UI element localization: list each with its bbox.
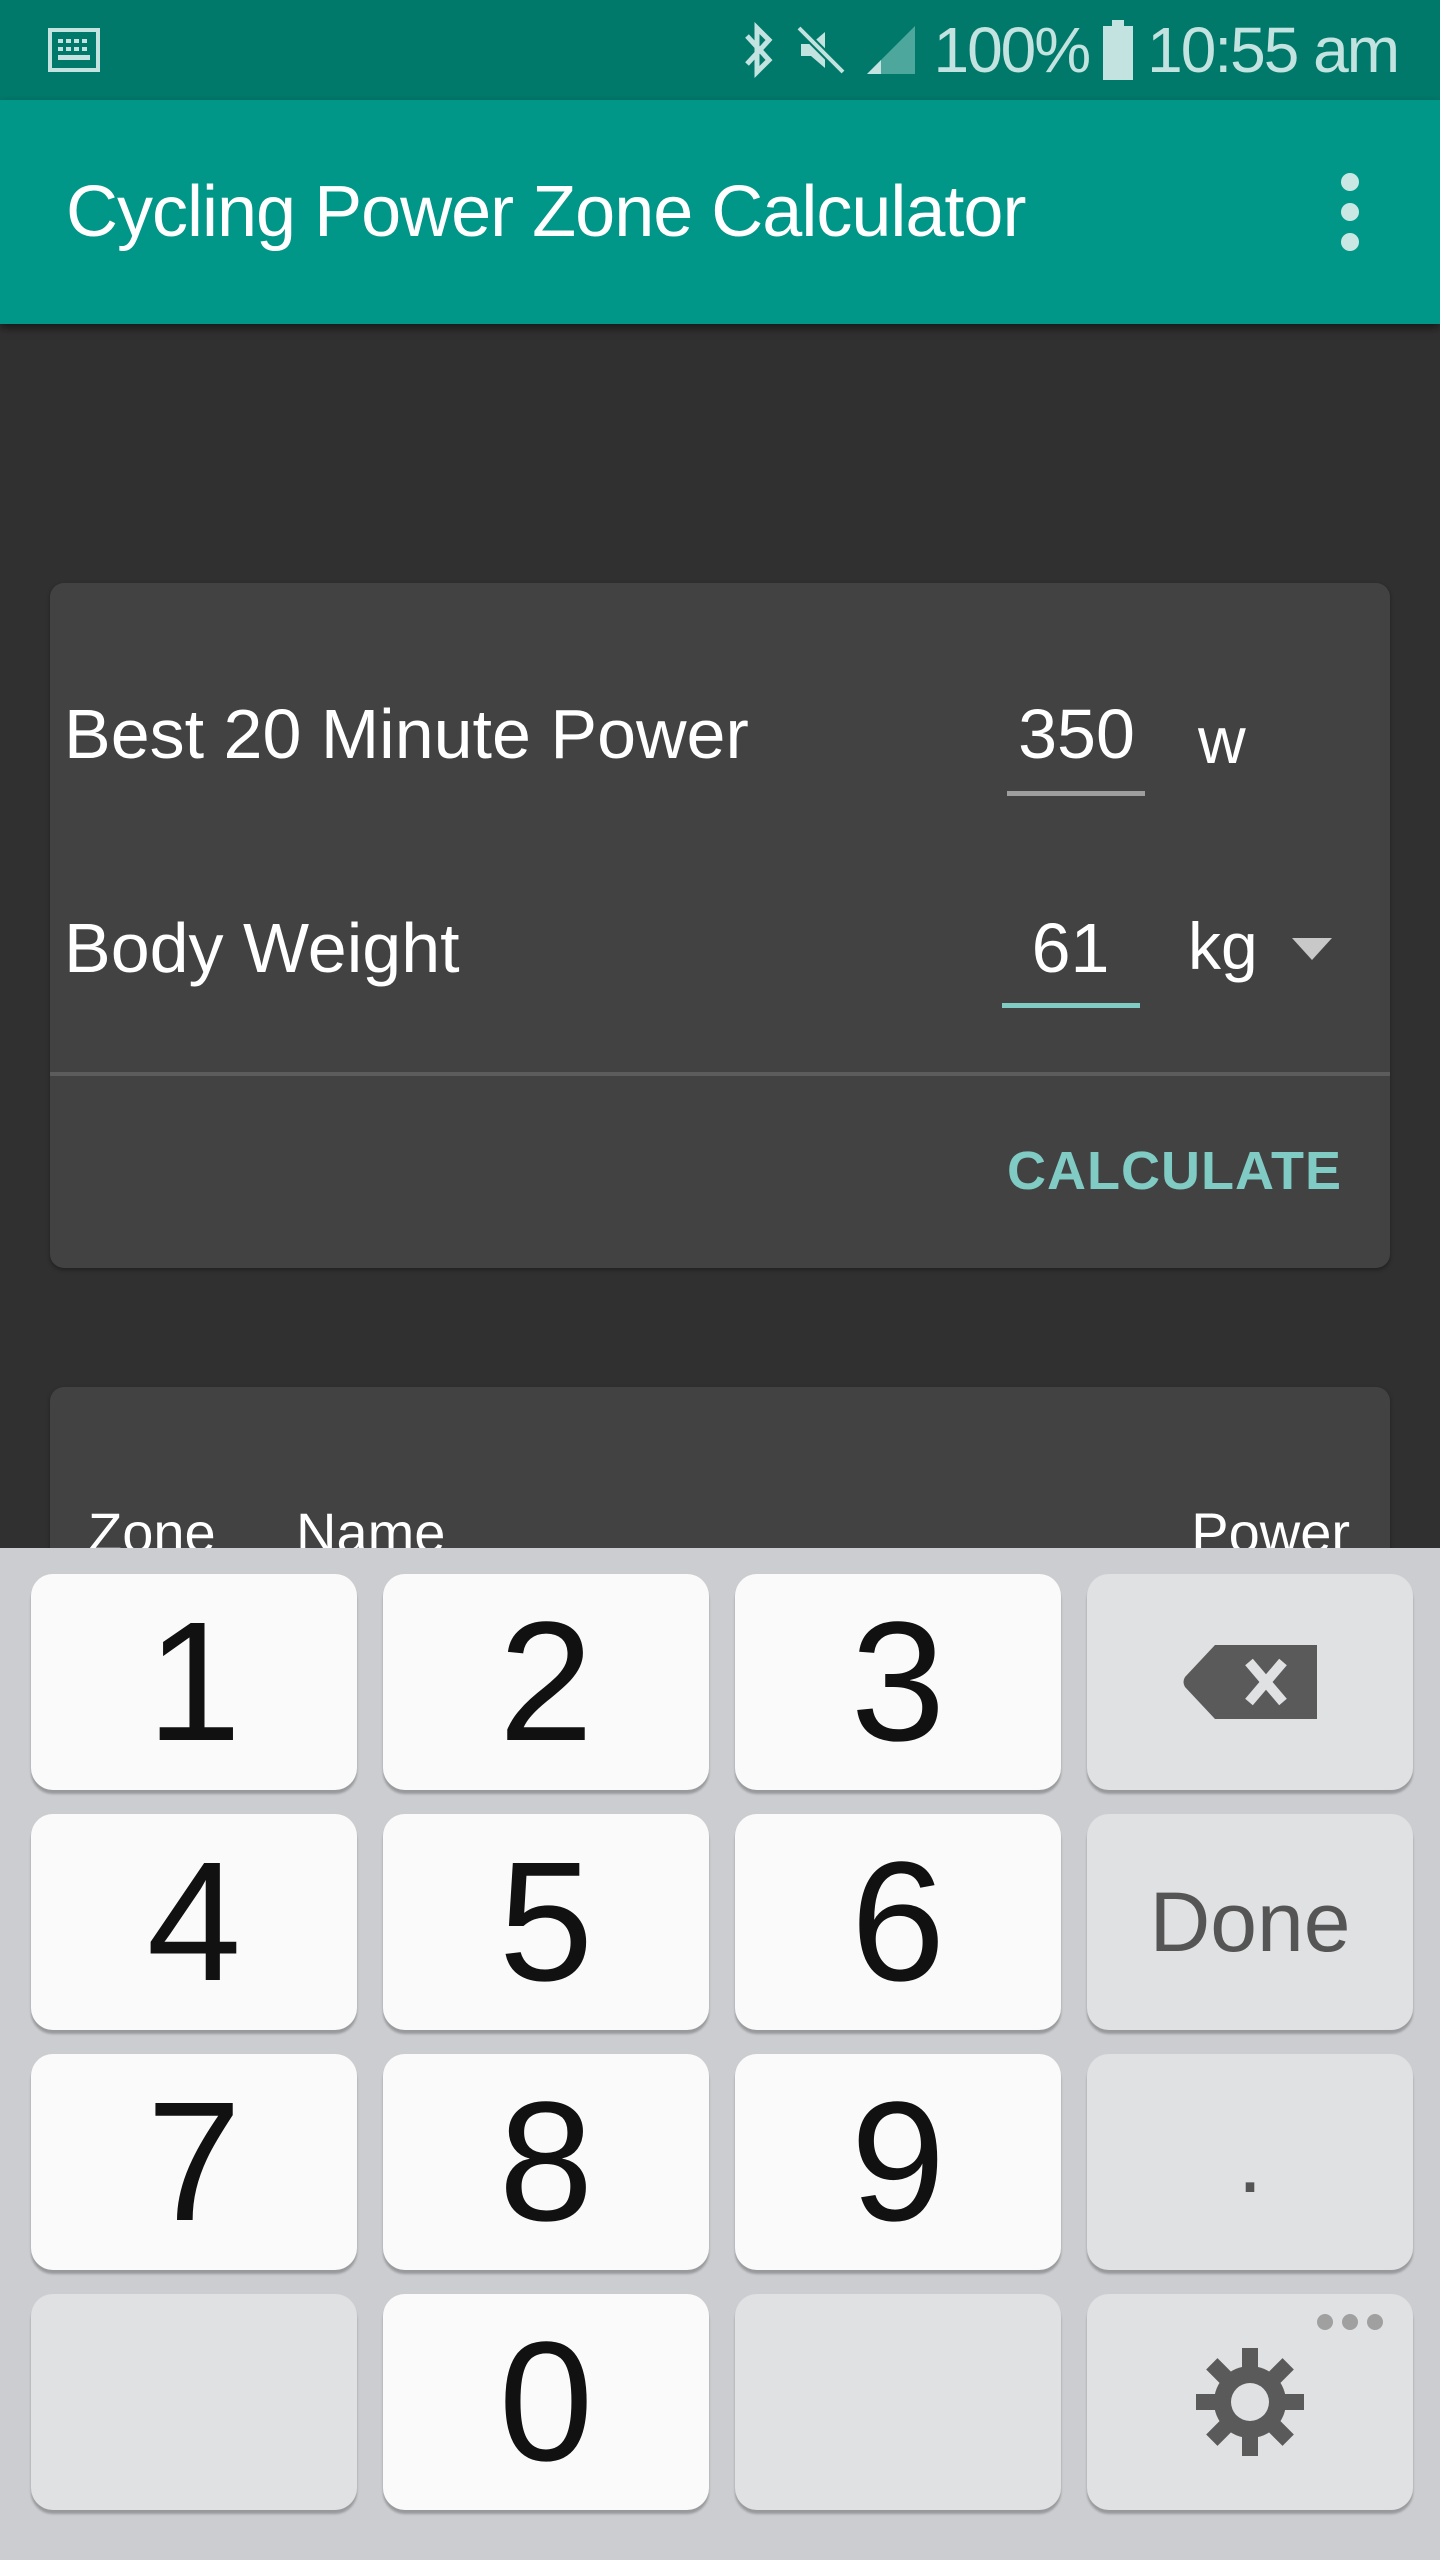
more-vert-icon-dot — [1341, 203, 1359, 221]
key-2[interactable]: 2 — [383, 1574, 709, 1790]
power-label: Best 20 Minute Power — [64, 695, 749, 773]
key-blank-left[interactable] — [31, 2294, 357, 2510]
dropdown-arrow-icon[interactable] — [1292, 938, 1332, 960]
more-options-icon — [1317, 2314, 1383, 2330]
clock: 10:55 am — [1147, 14, 1400, 86]
overflow-menu-button[interactable] — [1300, 162, 1400, 262]
power-input[interactable]: 350 — [1008, 694, 1145, 774]
key-backspace[interactable] — [1087, 1574, 1413, 1790]
key-4[interactable]: 4 — [31, 1814, 357, 2030]
key-8[interactable]: 8 — [383, 2054, 709, 2270]
more-vert-icon — [1341, 173, 1359, 191]
key-5[interactable]: 5 — [383, 1814, 709, 2030]
battery-icon — [1103, 20, 1134, 80]
more-vert-icon-dot — [1341, 233, 1359, 251]
key-7[interactable]: 7 — [31, 2054, 357, 2270]
status-bar: 100% 10:55 am — [0, 0, 1440, 100]
weight-input[interactable]: 61 — [1002, 908, 1139, 988]
keyboard-icon — [48, 28, 100, 72]
calculate-button[interactable]: CALCULATE — [1007, 1140, 1342, 1202]
battery-percent: 100% — [933, 14, 1091, 86]
mute-icon — [796, 25, 847, 75]
power-input-underline — [1007, 791, 1145, 796]
numeric-keyboard: 1 2 3 4 5 6 Done 7 8 9 . 0 — [0, 1548, 1440, 2560]
signal-icon — [867, 26, 916, 74]
power-unit: w — [1198, 703, 1246, 777]
key-done[interactable]: Done — [1087, 1814, 1413, 2030]
key-settings[interactable] — [1087, 2294, 1413, 2510]
key-0[interactable]: 0 — [383, 2294, 709, 2510]
gear-icon — [1196, 2348, 1304, 2456]
key-9[interactable]: 9 — [735, 2054, 1061, 2270]
backspace-icon — [1183, 1645, 1317, 1719]
key-1[interactable]: 1 — [31, 1574, 357, 1790]
weight-unit-select[interactable]: kg — [1188, 908, 1258, 984]
key-blank-right[interactable] — [735, 2294, 1061, 2510]
app-bar: Cycling Power Zone Calculator — [0, 100, 1440, 324]
key-decimal[interactable]: . — [1087, 2054, 1413, 2270]
weight-label: Body Weight — [64, 909, 460, 987]
key-3[interactable]: 3 — [735, 1574, 1061, 1790]
weight-input-underline — [1002, 1003, 1140, 1008]
app-title: Cycling Power Zone Calculator — [66, 172, 1026, 252]
bluetooth-icon — [745, 22, 773, 78]
key-6[interactable]: 6 — [735, 1814, 1061, 2030]
card-divider — [50, 1072, 1390, 1076]
